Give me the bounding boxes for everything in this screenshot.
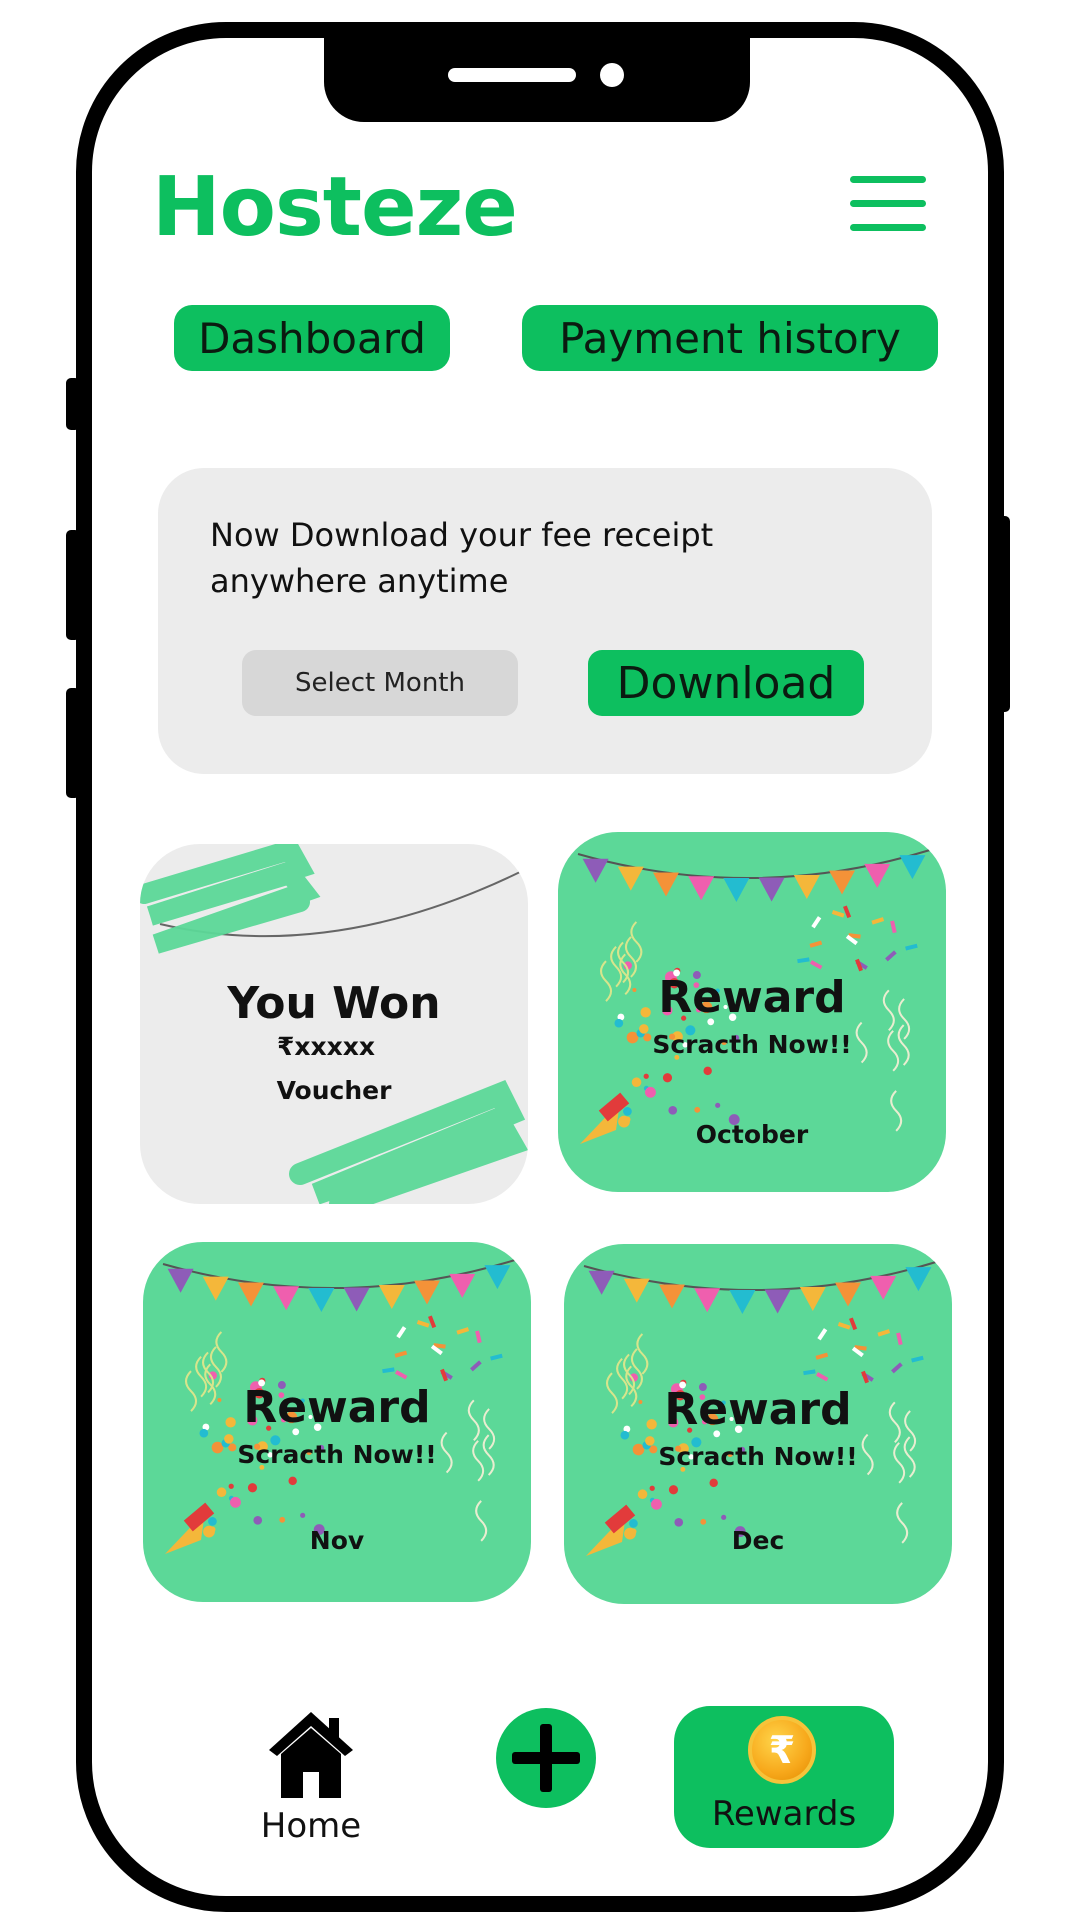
rupee-coin-icon: ₹ [748, 1716, 816, 1784]
reward-card-nov[interactable]: Reward Scracth Now!! Nov [143, 1242, 531, 1602]
receipt-download-card: Now Download your fee receipt anywhere a… [158, 468, 932, 774]
scratch-now-label: Scracth Now!! [652, 1030, 852, 1059]
receipt-message-line2: anywhere anytime [210, 562, 509, 600]
scratch-now-label: Scracth Now!! [658, 1442, 858, 1471]
app-title: Hosteze [152, 160, 518, 255]
rewards-label: Rewards [711, 1794, 857, 1834]
rewards-nav-button[interactable]: ₹ Rewards [674, 1706, 894, 1848]
voucher-label: Voucher [276, 1076, 392, 1105]
reward-title: Reward [664, 1384, 852, 1435]
plus-icon[interactable] [496, 1708, 596, 1808]
dashboard-button[interactable]: Dashboard [174, 305, 450, 371]
download-button[interactable]: Download [588, 650, 864, 716]
receipt-message: Now Download your fee receipt anywhere a… [210, 512, 770, 604]
reward-title: Reward [243, 1382, 431, 1433]
reward-month: October [695, 1120, 809, 1149]
won-amount: ₹xxxxx [276, 1032, 376, 1061]
reward-title: Reward [658, 972, 846, 1023]
you-won-title: You Won [227, 978, 441, 1029]
hamburger-menu-icon[interactable] [850, 176, 926, 232]
scratch-now-label: Scracth Now!! [237, 1440, 437, 1469]
home-nav-button[interactable] [256, 1708, 366, 1804]
front-camera [600, 63, 624, 87]
won-voucher-card[interactable]: You Won ₹xxxxx Voucher [140, 844, 528, 1204]
reward-card-october[interactable]: Reward Scracth Now!! October [558, 832, 946, 1192]
reward-month: Dec [731, 1526, 785, 1555]
reward-card-dec[interactable]: Reward Scracth Now!! Dec [564, 1244, 952, 1604]
home-icon [269, 1712, 353, 1798]
select-month-dropdown[interactable]: Select Month [242, 650, 518, 716]
receipt-message-line1: Now Download your fee receipt [210, 516, 714, 554]
speaker-grille [448, 68, 576, 82]
payment-history-button[interactable]: Payment history [522, 305, 938, 371]
home-label[interactable]: Home [246, 1806, 376, 1846]
reward-month: Nov [309, 1526, 365, 1555]
phone-notch [324, 30, 750, 122]
